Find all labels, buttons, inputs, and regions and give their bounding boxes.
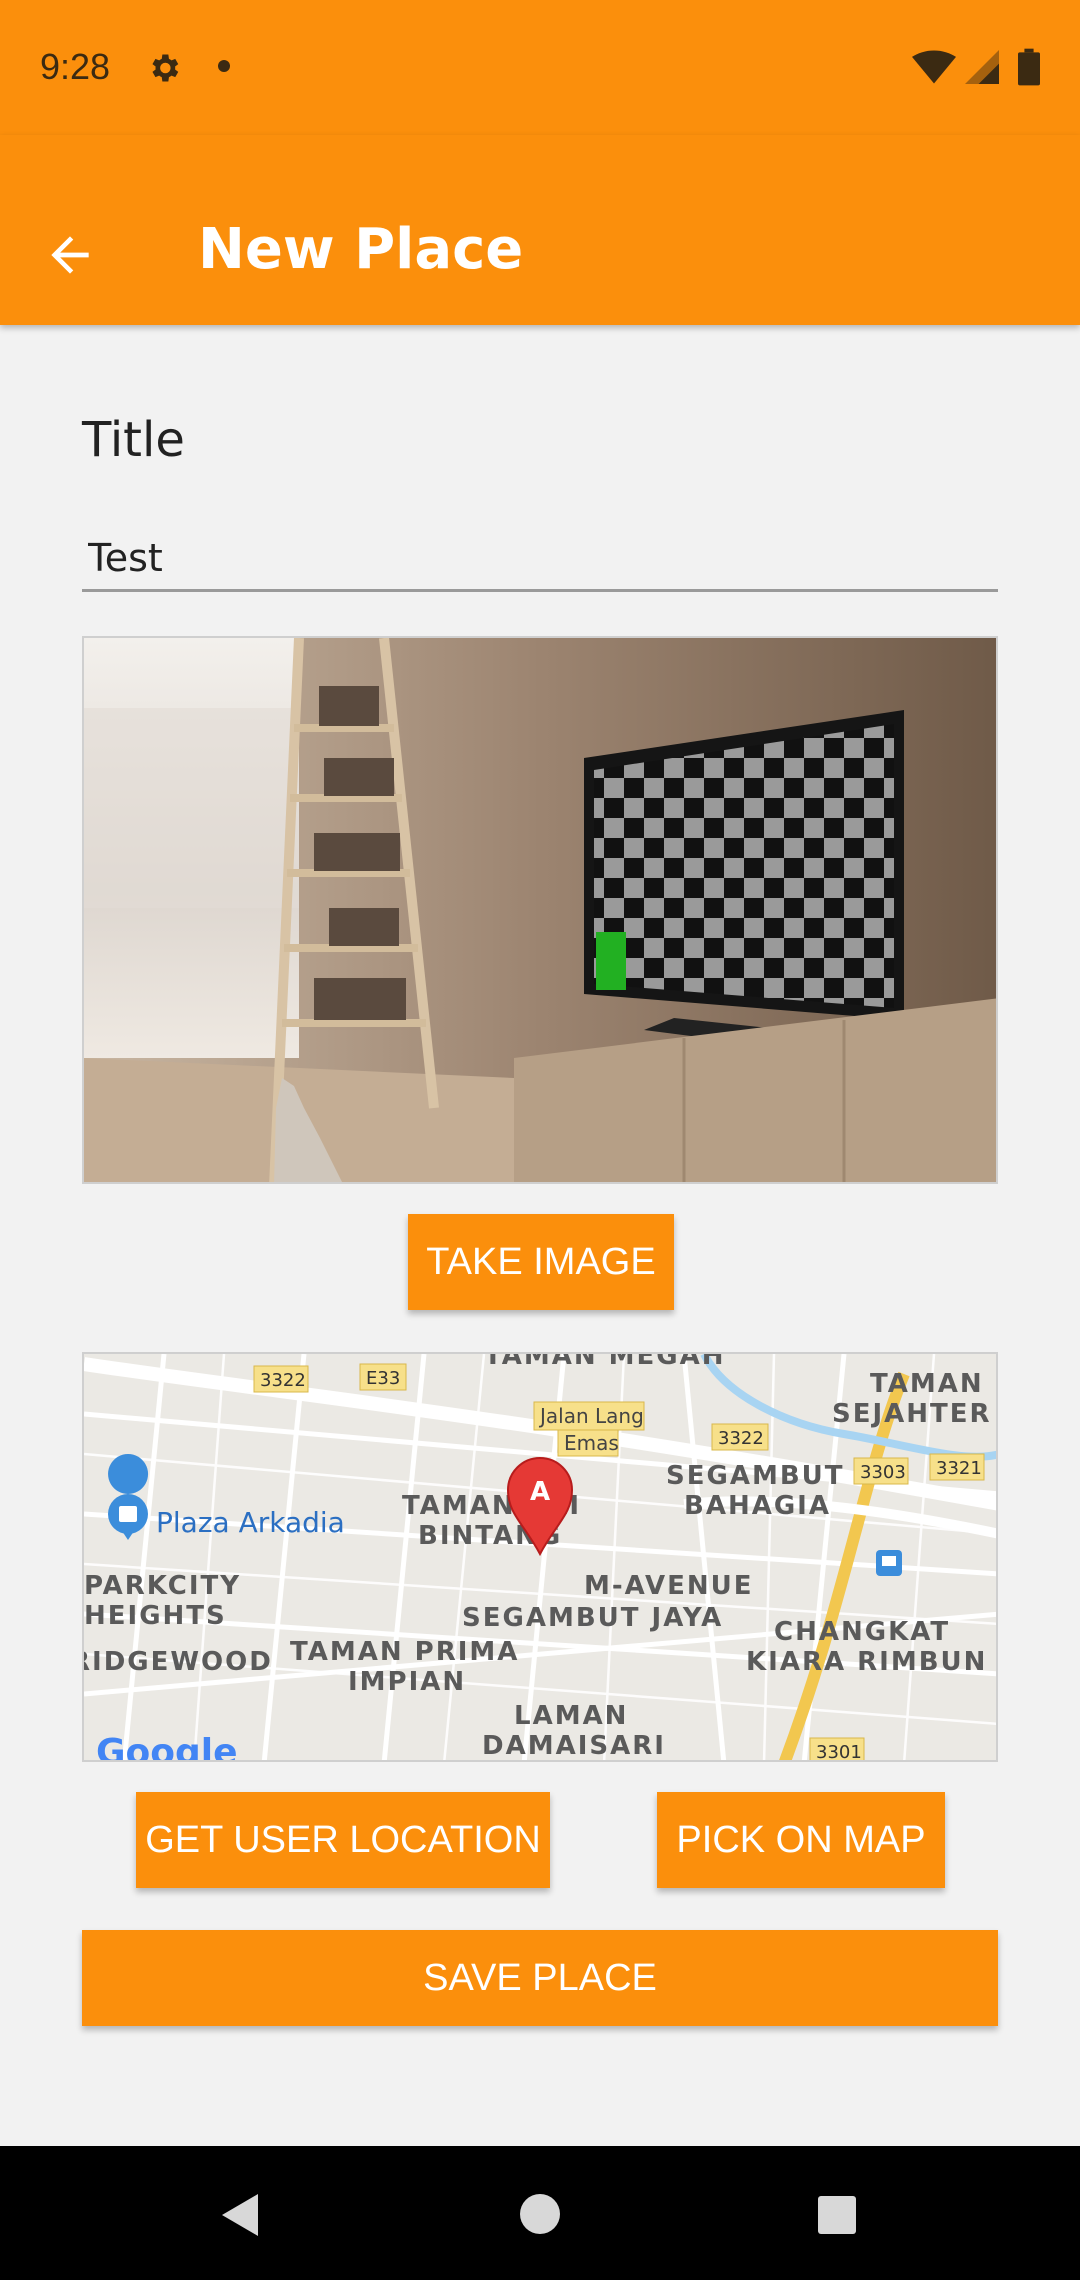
map-label: Emas — [564, 1431, 619, 1455]
road-shield: 3303 — [860, 1462, 906, 1483]
map-label: PARKCITY — [84, 1571, 241, 1601]
nav-home-icon[interactable] — [518, 2192, 562, 2236]
map-label: SEGAMBUT JAYA — [462, 1603, 723, 1633]
road-shield: E33 — [366, 1368, 400, 1389]
save-place-button[interactable]: SAVE PLACE — [82, 1930, 998, 2026]
map-illustration: TAMAN MEGAH TAMAN SEJAHTER SEGAMBUT BAHA… — [84, 1354, 996, 1762]
road-shield: 3301 — [816, 1742, 862, 1762]
map-label: SEJAHTER — [832, 1399, 992, 1429]
google-logo: Google — [96, 1732, 238, 1762]
wifi-icon — [912, 50, 956, 84]
app-bar: New Place — [0, 135, 1080, 325]
nav-recents-icon[interactable] — [816, 2194, 858, 2236]
map-label: HEIGHTS — [84, 1601, 227, 1631]
map-label: M-AVENUE — [584, 1571, 754, 1601]
map-label: LAMAN — [514, 1701, 628, 1731]
map-label: IMPIAN — [348, 1667, 466, 1697]
room-photo-illustration — [84, 638, 996, 1182]
map-label: TAMAN MEGAH — [484, 1354, 726, 1371]
pick-on-map-button[interactable]: PICK ON MAP — [657, 1792, 945, 1888]
battery-icon — [1018, 48, 1040, 86]
map-label: TAMAN — [870, 1369, 984, 1399]
map-label: TAMAN PRIMA — [290, 1637, 519, 1667]
road-shield: 3321 — [936, 1458, 982, 1479]
status-bar: 9:28 — [0, 0, 1080, 135]
status-time: 9:28 — [40, 46, 111, 87]
map-label: DAMAISARI — [482, 1731, 666, 1761]
back-arrow-icon[interactable] — [42, 227, 98, 283]
get-user-location-button[interactable]: GET USER LOCATION — [136, 1792, 550, 1888]
map-preview[interactable]: TAMAN MEGAH TAMAN SEJAHTER SEGAMBUT BAHA… — [82, 1352, 998, 1762]
map-label: Plaza Arkadia — [156, 1506, 345, 1539]
settings-gear-icon — [152, 54, 179, 82]
marker-letter: A — [530, 1477, 550, 1507]
map-label: KIARA RIMBUN — [746, 1647, 987, 1677]
map-label: CHANGKAT — [774, 1617, 950, 1647]
image-preview — [82, 636, 998, 1184]
cell-signal-icon — [965, 50, 999, 84]
notification-dot-icon — [218, 60, 230, 72]
map-label: BAHAGIA — [684, 1491, 831, 1521]
page-title: New Place — [198, 217, 524, 282]
nav-back-icon[interactable] — [218, 2192, 262, 2238]
map-label: Jalan Lang — [538, 1404, 644, 1428]
title-label: Title — [82, 412, 185, 468]
title-input[interactable] — [82, 526, 998, 592]
take-image-button[interactable]: TAKE IMAGE — [408, 1214, 674, 1310]
map-label: RIDGEWOOD — [84, 1647, 273, 1677]
road-shield: 3322 — [718, 1428, 764, 1449]
road-shield: 3322 — [260, 1370, 306, 1391]
map-label: SEGAMBUT — [666, 1461, 845, 1491]
system-nav-bar — [0, 2146, 1080, 2280]
